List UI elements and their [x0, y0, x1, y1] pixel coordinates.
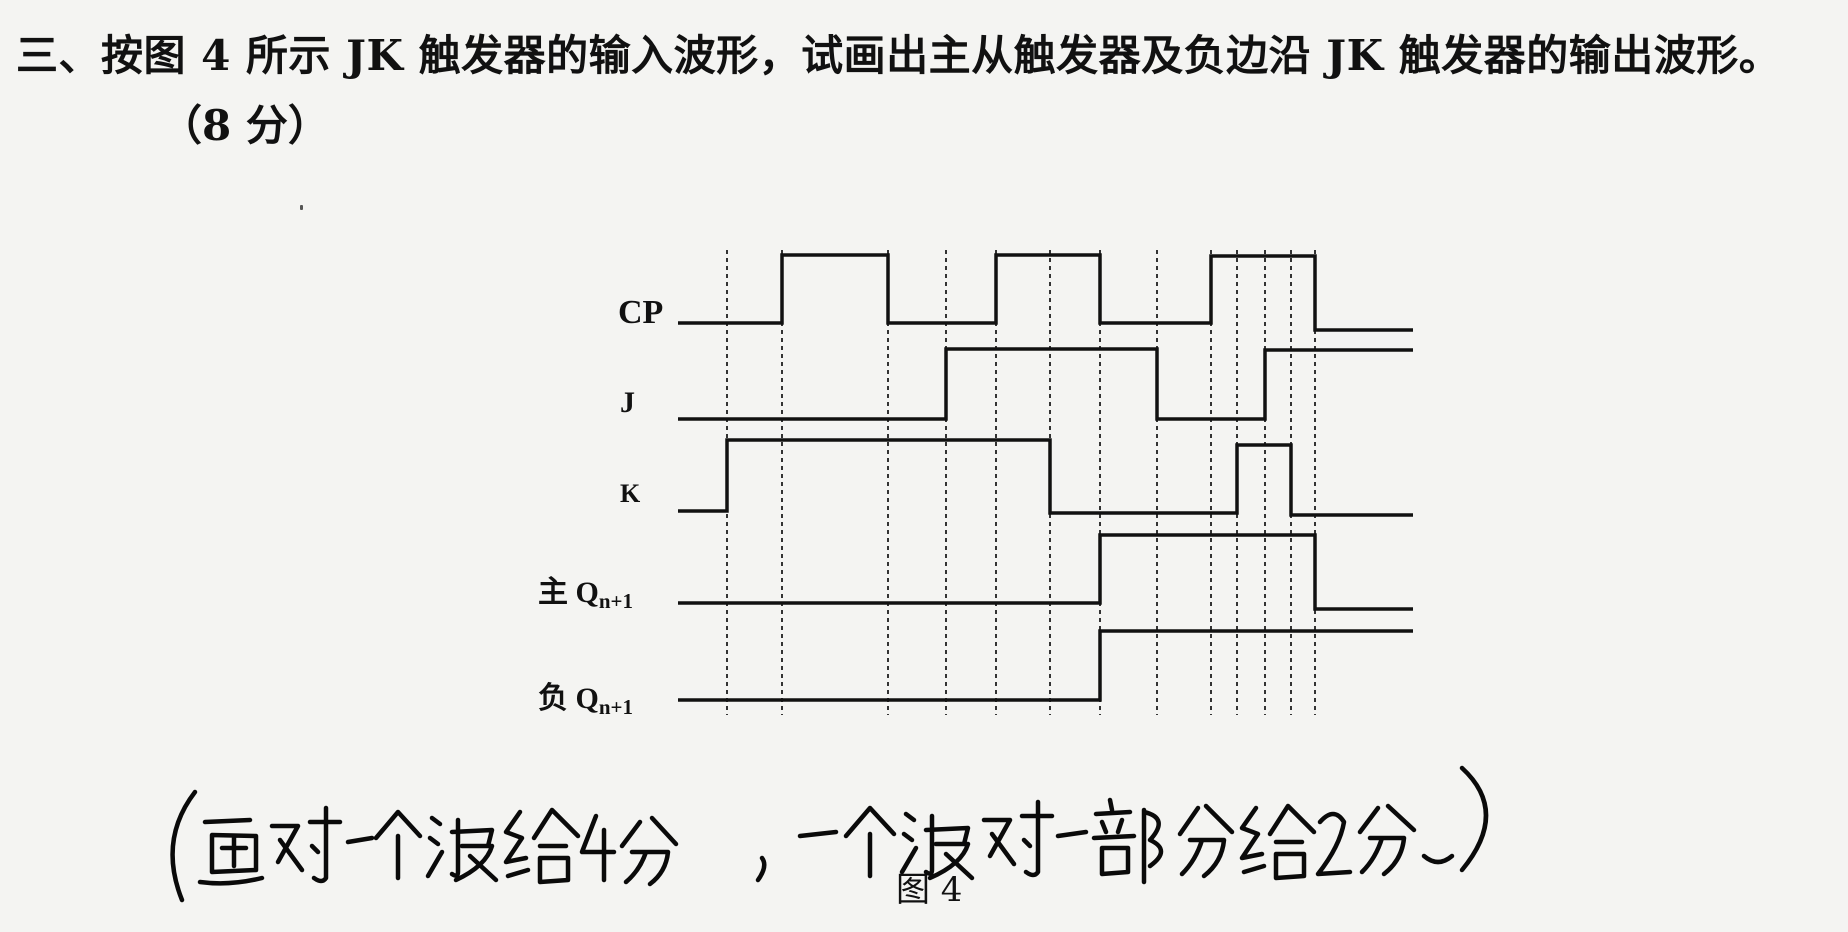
hw-char: [269, 805, 343, 884]
hw-char: [579, 813, 617, 883]
hw-char: [619, 815, 679, 887]
hw-char: [1177, 803, 1235, 879]
exam-page: 三、按图 4 所示 JK 触发器的输入波形，试画出主从触发器及负边沿 JK 触发…: [0, 0, 1848, 932]
hw-char: [1239, 803, 1317, 881]
hw-char: [981, 799, 1055, 878]
hw-char: [373, 809, 423, 881]
hw-period: [1421, 853, 1455, 865]
hw-char: [197, 817, 265, 886]
hw-char: [1091, 797, 1164, 885]
handwritten-note: [170, 765, 1489, 903]
hw-char: [797, 829, 839, 839]
hw-paren-open: [170, 789, 198, 903]
hw-char: [1315, 811, 1353, 877]
hw-char: [843, 805, 897, 879]
hw-char: [899, 811, 975, 881]
hw-char: [345, 835, 375, 845]
hw-paren-close: [1459, 765, 1489, 873]
hw-comma: [755, 855, 767, 883]
hw-char: [1055, 829, 1089, 839]
hw-char: [425, 815, 499, 883]
handwriting-strokes: [170, 765, 1489, 903]
hw-char: [1357, 803, 1417, 877]
hw-char: [503, 807, 581, 885]
